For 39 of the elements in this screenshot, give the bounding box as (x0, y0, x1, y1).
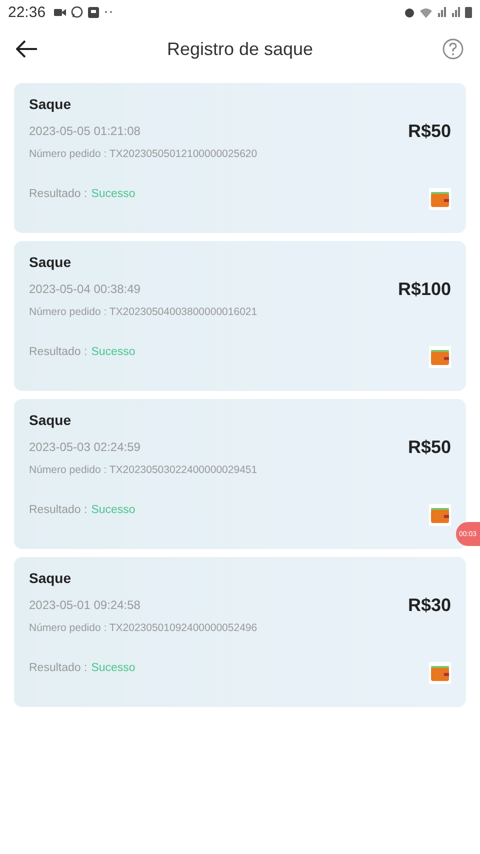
status-time: 22:36 (8, 4, 46, 20)
record-date: 2023-05-01 09:24:58 (29, 598, 140, 612)
result-label: Resultado : (29, 504, 88, 516)
wallet-icon (429, 188, 451, 210)
record-type: Saque (29, 254, 72, 270)
result-status: Sucesso (91, 504, 136, 516)
record-type: Saque (29, 570, 72, 586)
record-amount: R$50 (408, 120, 451, 142)
battery-icon (465, 6, 472, 18)
help-button[interactable] (440, 36, 466, 62)
order-number: Número pedido : TX20230505012100000025620 (29, 148, 258, 160)
wallet-icon (429, 346, 451, 368)
result-status: Sucesso (91, 346, 136, 358)
order-number: Número pedido : TX20230501092400000052496 (29, 622, 258, 634)
record-date: 2023-05-05 01:21:08 (29, 124, 140, 138)
record-amount: R$100 (398, 278, 451, 300)
result-status: Sucesso (91, 662, 136, 674)
record-type: Saque (29, 96, 72, 112)
signal-icon (437, 7, 447, 17)
more-icon (104, 10, 114, 14)
record-date: 2023-05-04 00:38:49 (29, 282, 140, 296)
wallet-icon (429, 662, 451, 684)
record-amount: R$50 (408, 436, 451, 458)
result-label: Resultado : (29, 346, 88, 358)
wifi-icon (419, 6, 433, 18)
result-label: Resultado : (29, 662, 88, 674)
camera-icon (54, 8, 66, 16)
record-type: Saque (29, 412, 72, 428)
result-label: Resultado : (29, 188, 88, 200)
back-button[interactable] (14, 38, 40, 60)
signal-icon (451, 7, 461, 17)
record-amount: R$30 (408, 594, 451, 616)
app-icon (88, 6, 99, 18)
order-number: Número pedido : TX20230503022400000029451 (29, 464, 258, 476)
page-title: Registro de saque (166, 38, 314, 60)
result-status: Sucesso (91, 188, 136, 200)
order-number: Número pedido : TX20230504003800000016021 (29, 306, 258, 318)
record-date: 2023-05-03 02:24:59 (29, 440, 140, 454)
wallet-icon (429, 504, 451, 526)
